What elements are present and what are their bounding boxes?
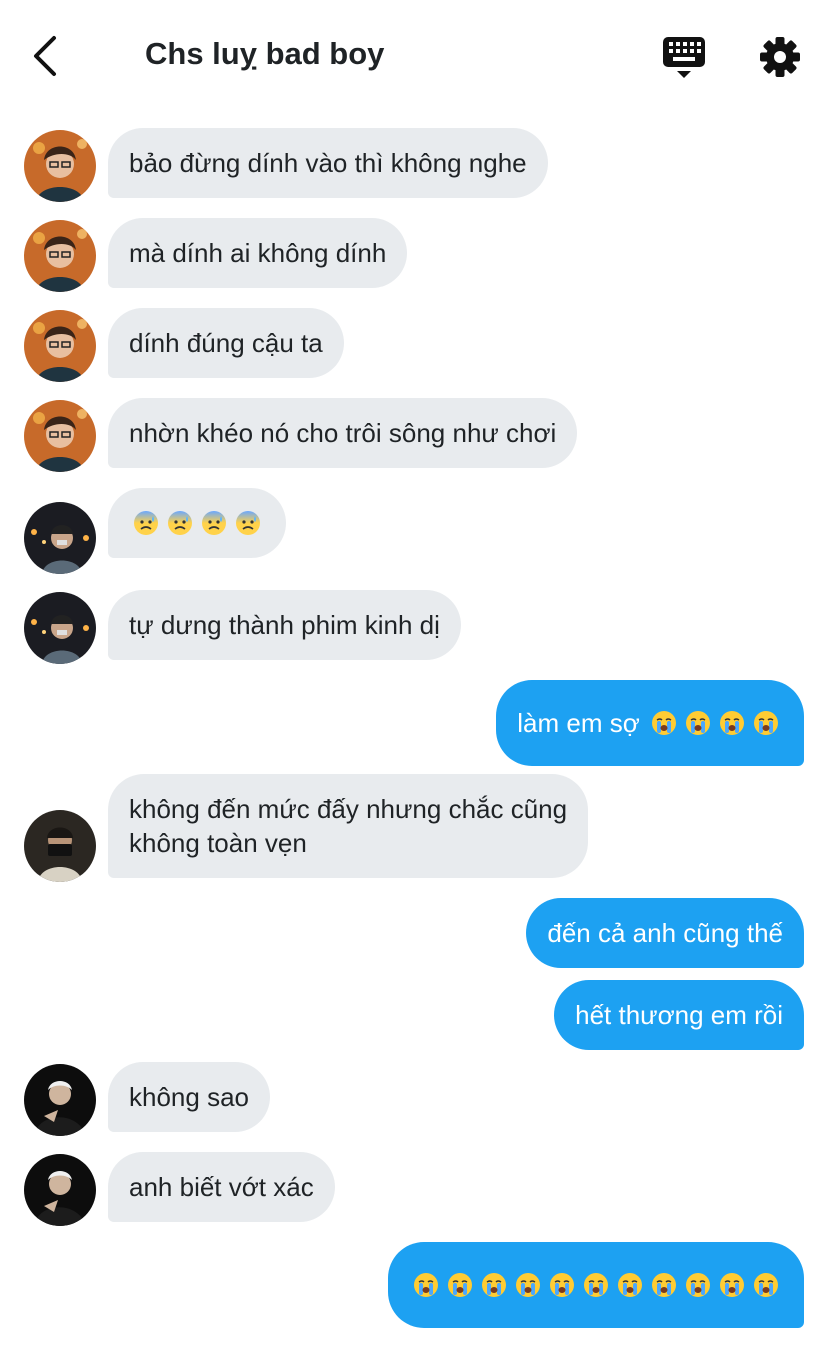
chevron-left-icon	[34, 36, 56, 76]
message-bubble-incoming[interactable]: không đến mức đấy nhưng chắc cũng không …	[108, 774, 589, 878]
contact-avatar[interactable]	[24, 130, 96, 202]
message-bubble-incoming[interactable]: anh biết vớt xác	[108, 1152, 335, 1222]
message-bubble-incoming[interactable]	[108, 488, 286, 558]
crying-face-emoji-icon	[685, 1272, 711, 1298]
contact-avatar[interactable]	[24, 1154, 96, 1226]
crying-face-emoji-icon	[651, 710, 677, 736]
crying-face-emoji-icon	[685, 710, 711, 736]
crying-face-emoji-icon	[719, 710, 745, 736]
keyboard-icon	[663, 37, 705, 78]
back-button[interactable]	[26, 34, 66, 78]
crying-face-emoji-icon	[447, 1272, 473, 1298]
crying-face-emoji-icon	[413, 1272, 439, 1298]
crying-face-emoji-icon	[617, 1272, 643, 1298]
message-bubble-outgoing[interactable]: đến cả anh cũng thế	[526, 898, 804, 968]
message-bubble-incoming[interactable]: bảo đừng dính vào thì không nghe	[108, 128, 548, 198]
message-bubble-incoming[interactable]: không sao	[108, 1062, 270, 1132]
contact-avatar[interactable]	[24, 220, 96, 292]
crying-face-emoji-icon	[549, 1272, 575, 1298]
crying-face-emoji-icon	[481, 1272, 507, 1298]
crying-face-emoji-icon	[753, 710, 779, 736]
contact-avatar[interactable]	[24, 1064, 96, 1136]
message-bubble-incoming[interactable]: tự dưng thành phim kinh dị	[108, 590, 461, 660]
message-bubble-incoming[interactable]: dính đúng cậu ta	[108, 308, 344, 378]
crying-face-emoji-icon	[651, 1272, 677, 1298]
crying-face-emoji-icon	[515, 1272, 541, 1298]
crying-face-emoji-icon	[719, 1272, 745, 1298]
contact-avatar[interactable]	[24, 400, 96, 472]
anxious-face-emoji-icon	[133, 510, 159, 536]
message-bubble-outgoing[interactable]: hết thương em rồi	[554, 980, 804, 1050]
anxious-face-emoji-icon	[167, 510, 193, 536]
message-bubble-incoming[interactable]: mà dính ai không dính	[108, 218, 408, 288]
crying-face-emoji-icon	[583, 1272, 609, 1298]
contact-avatar[interactable]	[24, 310, 96, 382]
settings-button[interactable]	[758, 35, 802, 79]
contact-avatar[interactable]	[24, 592, 96, 664]
contact-avatar[interactable]	[24, 502, 96, 574]
gear-icon	[760, 37, 800, 77]
keyboard-button[interactable]	[661, 36, 707, 80]
message-bubble-incoming[interactable]: nhờn khéo nó cho trôi sông như chơi	[108, 398, 578, 468]
anxious-face-emoji-icon	[201, 510, 227, 536]
contact-avatar[interactable]	[24, 810, 96, 882]
chat-header: Chs luỵ bad boy	[0, 0, 828, 112]
chat-title: Chs luỵ bad boy	[145, 36, 385, 71]
anxious-face-emoji-icon	[235, 510, 261, 536]
message-bubble-outgoing[interactable]: làm em sợ	[496, 680, 804, 766]
message-text: làm em sợ	[517, 708, 647, 738]
message-bubble-outgoing[interactable]	[388, 1242, 804, 1328]
crying-face-emoji-icon	[753, 1272, 779, 1298]
